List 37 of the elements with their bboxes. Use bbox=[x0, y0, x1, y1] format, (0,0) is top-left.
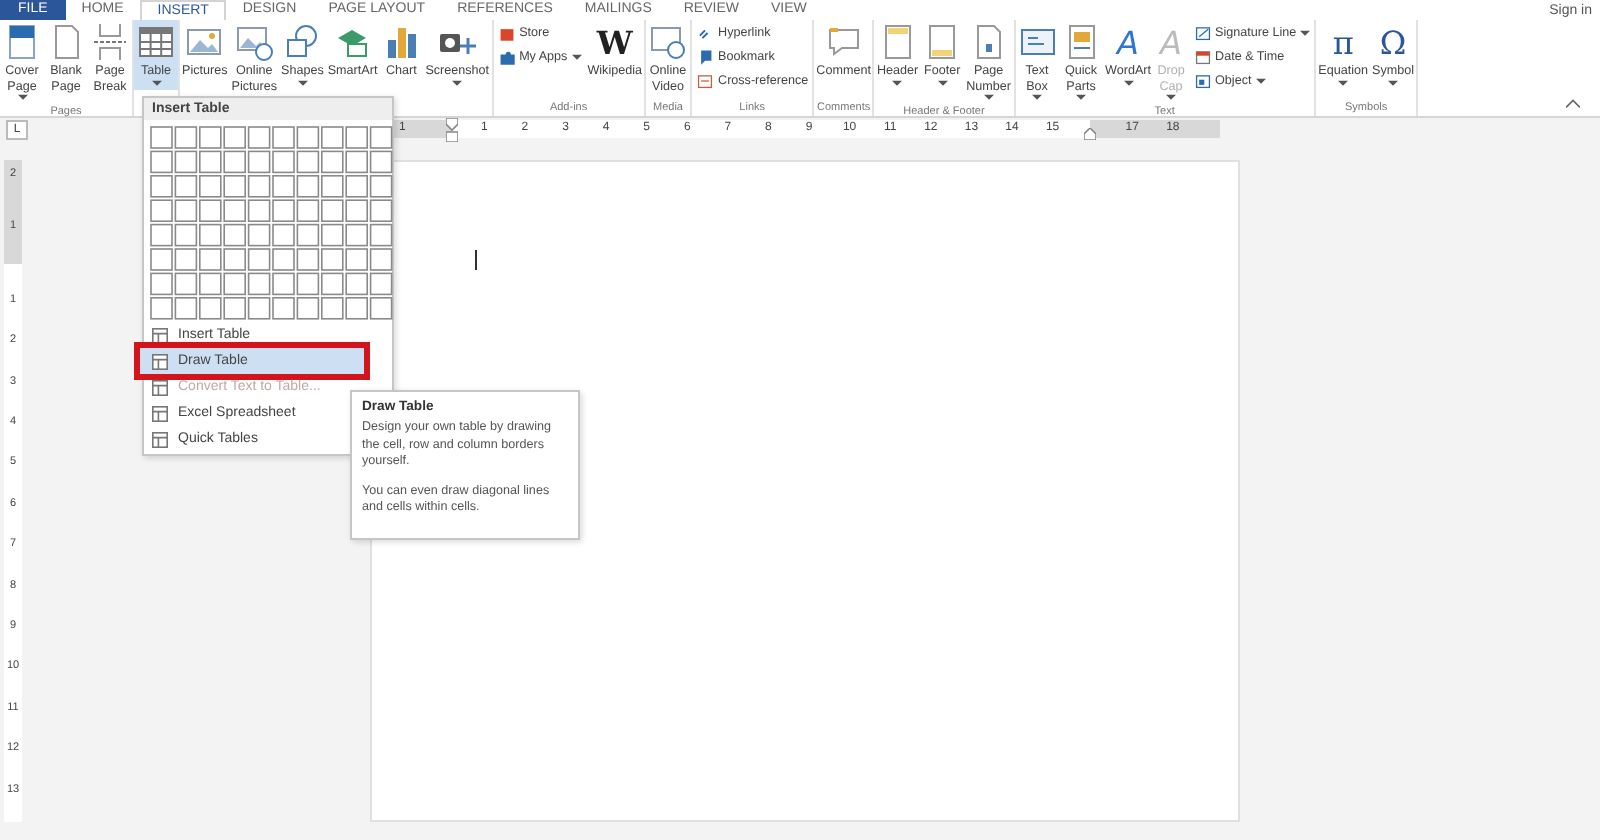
glyph-icon: A bbox=[1117, 22, 1139, 64]
caret-icon bbox=[1032, 94, 1043, 102]
caret-icon bbox=[571, 53, 582, 61]
table-icon bbox=[152, 431, 168, 447]
caret-icon bbox=[892, 79, 903, 87]
caret-icon bbox=[1255, 77, 1266, 85]
glyph-icon: A bbox=[1160, 22, 1182, 64]
object-icon bbox=[1193, 72, 1212, 90]
caret-icon bbox=[983, 94, 994, 102]
glyph-icon: Ω bbox=[1379, 22, 1407, 64]
collapse-ribbon-icon[interactable] bbox=[1566, 98, 1580, 108]
page-break-icon bbox=[90, 22, 130, 62]
caret-icon bbox=[297, 79, 308, 87]
glyph-icon: W bbox=[596, 22, 633, 64]
calendar-icon bbox=[1193, 48, 1212, 66]
indent-marker[interactable] bbox=[1084, 128, 1096, 140]
cross-reference-icon bbox=[696, 72, 715, 90]
indent-marker[interactable] bbox=[446, 118, 458, 142]
table-icon bbox=[152, 327, 168, 343]
table-icon bbox=[136, 22, 176, 62]
caret-icon bbox=[1300, 29, 1311, 37]
table-icon bbox=[152, 379, 168, 395]
caret-icon bbox=[1338, 79, 1349, 87]
caret-icon bbox=[452, 79, 463, 87]
caret-icon bbox=[1123, 79, 1134, 87]
caret-icon bbox=[1166, 94, 1177, 102]
caret-icon bbox=[1076, 94, 1087, 102]
caret-icon bbox=[1388, 79, 1398, 87]
glyph-icon: π bbox=[1332, 22, 1354, 64]
text-cursor-icon bbox=[474, 250, 478, 270]
table-icon bbox=[152, 405, 168, 421]
caret-icon bbox=[17, 94, 27, 102]
caret-icon bbox=[151, 79, 161, 87]
table-icon bbox=[152, 353, 168, 369]
caret-icon bbox=[937, 79, 948, 87]
bookmark-icon bbox=[696, 48, 715, 66]
table-size-grid[interactable] bbox=[150, 126, 394, 322]
